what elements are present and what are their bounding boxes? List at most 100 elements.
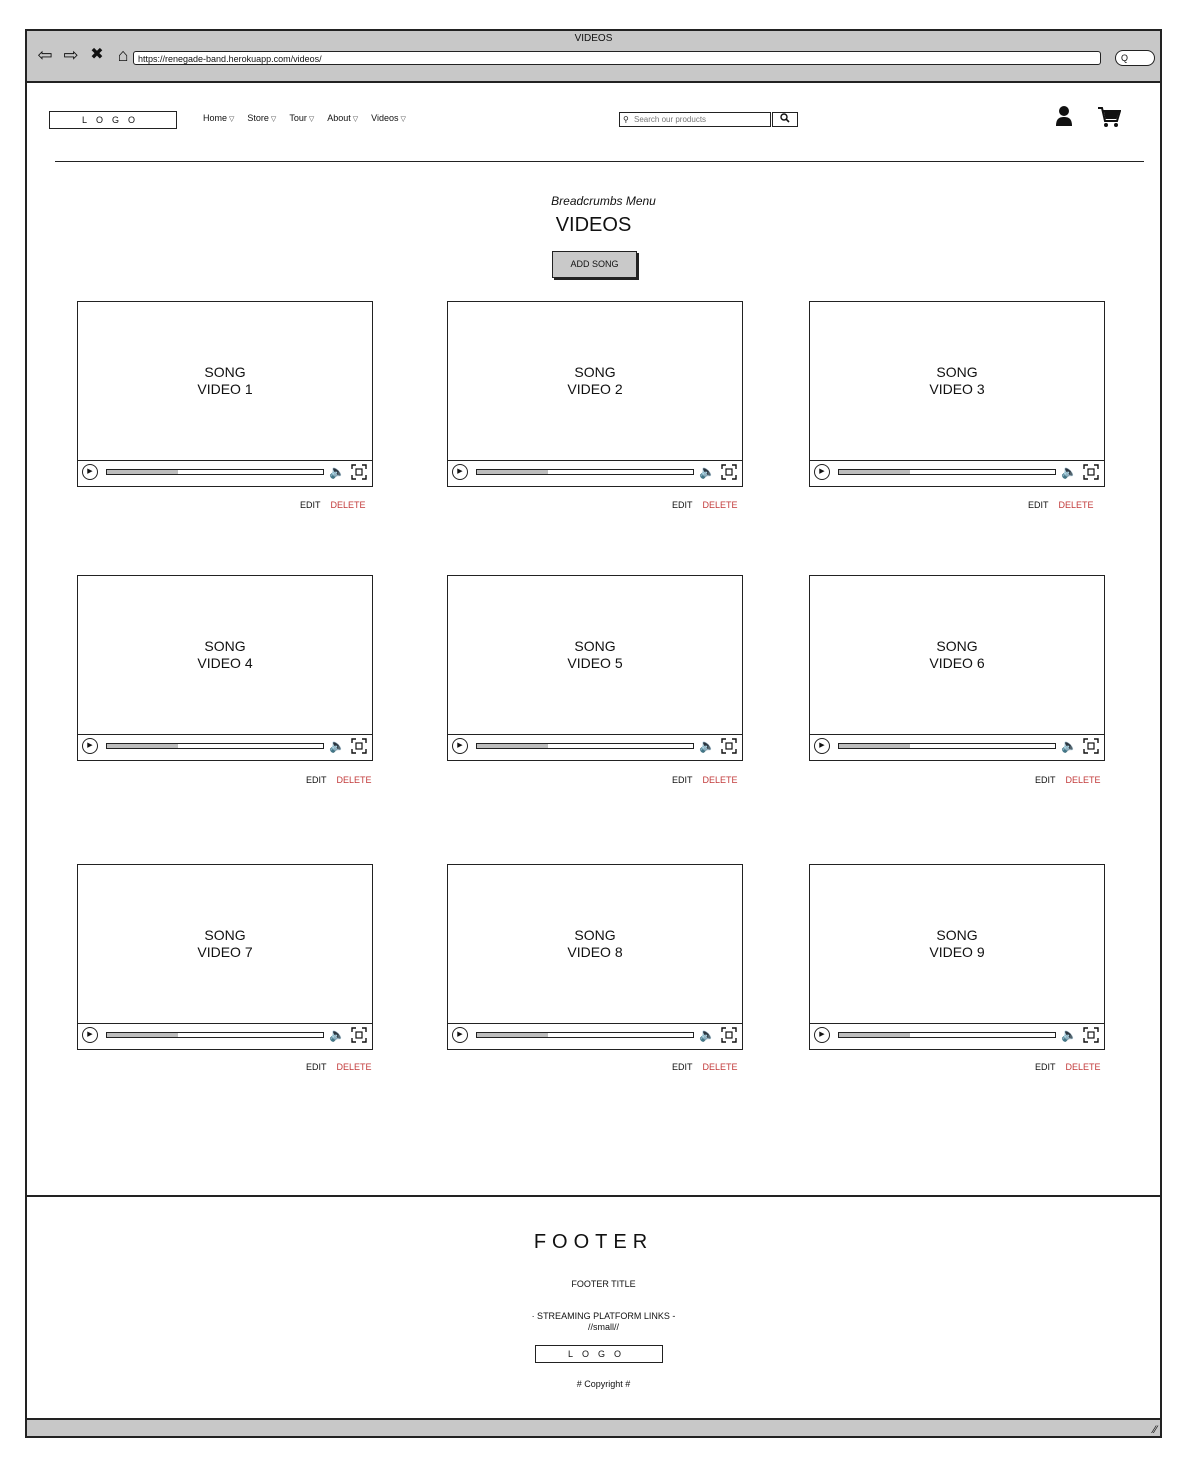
edit-link[interactable]: EDIT — [1035, 1062, 1056, 1072]
delete-link[interactable]: DELETE — [1066, 1062, 1101, 1072]
video-controls: ▶ 🔈 — [810, 734, 1104, 760]
volume-icon[interactable]: 🔈 — [329, 1027, 345, 1043]
nav-item-about[interactable]: About ▽ — [327, 113, 358, 123]
progress-bar[interactable] — [838, 743, 1056, 749]
nav-item-store[interactable]: Store ▽ — [247, 113, 276, 123]
back-arrow-icon[interactable]: ⇦ — [35, 45, 55, 65]
play-icon[interactable]: ▶ — [82, 1027, 98, 1043]
video-player[interactable]: SONG VIDEO 6 ▶ 🔈 — [809, 575, 1105, 761]
fullscreen-icon[interactable] — [721, 464, 737, 480]
video-title-line1: SONG — [936, 364, 978, 380]
user-icon[interactable] — [1055, 105, 1073, 127]
progress-bar[interactable] — [476, 743, 694, 749]
play-icon[interactable]: ▶ — [814, 464, 830, 480]
search-icon: Q — [1121, 53, 1129, 63]
breadcrumb[interactable]: Breadcrumbs Menu — [27, 194, 1160, 208]
play-icon[interactable]: ▶ — [82, 738, 98, 754]
caret-down-icon: ▽ — [308, 116, 315, 123]
video-controls: ▶ 🔈 — [810, 460, 1104, 486]
volume-icon[interactable]: 🔈 — [1061, 464, 1077, 480]
play-icon[interactable]: ▶ — [82, 464, 98, 480]
search-icon: ⚲ — [623, 115, 629, 124]
edit-link[interactable]: EDIT — [306, 775, 327, 785]
progress-bar[interactable] — [476, 469, 694, 475]
streaming-links[interactable]: · STREAMING PLATFORM LINKS - //small// — [27, 1311, 1160, 1333]
delete-link[interactable]: DELETE — [331, 500, 366, 510]
nav-item-tour[interactable]: Tour ▽ — [289, 113, 314, 123]
progress-fill — [839, 1033, 911, 1037]
fullscreen-icon[interactable] — [351, 1027, 367, 1043]
play-icon[interactable]: ▶ — [452, 464, 468, 480]
fullscreen-icon[interactable] — [351, 738, 367, 754]
video-controls: ▶ 🔈 — [810, 1023, 1104, 1049]
fullscreen-icon[interactable] — [721, 738, 737, 754]
video-player[interactable]: SONG VIDEO 1 ▶ 🔈 — [77, 301, 373, 487]
video-title-line1: SONG — [574, 364, 616, 380]
nav-label: Home — [203, 113, 228, 123]
video-controls: ▶ 🔈 — [78, 460, 372, 486]
video-player[interactable]: SONG VIDEO 5 ▶ 🔈 — [447, 575, 743, 761]
volume-icon[interactable]: 🔈 — [1061, 738, 1077, 754]
close-icon[interactable]: ✖ — [87, 45, 107, 65]
video-player[interactable]: SONG VIDEO 8 ▶ 🔈 — [447, 864, 743, 1050]
volume-icon[interactable]: 🔈 — [699, 1027, 715, 1043]
edit-link[interactable]: EDIT — [672, 1062, 693, 1072]
search-input[interactable]: ⚲ Search our products — [619, 112, 771, 127]
delete-link[interactable]: DELETE — [1059, 500, 1094, 510]
header-logo[interactable]: LOGO — [49, 111, 177, 129]
progress-bar[interactable] — [838, 1032, 1056, 1038]
edit-link[interactable]: EDIT — [1035, 775, 1056, 785]
add-song-button[interactable]: ADD SONG — [552, 251, 637, 278]
progress-bar[interactable] — [838, 469, 1056, 475]
browser-search-field[interactable]: Q — [1115, 50, 1155, 66]
video-player[interactable]: SONG VIDEO 4 ▶ 🔈 — [77, 575, 373, 761]
video-player[interactable]: SONG VIDEO 2 ▶ 🔈 — [447, 301, 743, 487]
video-player[interactable]: SONG VIDEO 7 ▶ 🔈 — [77, 864, 373, 1050]
fullscreen-icon[interactable] — [1083, 1027, 1099, 1043]
delete-link[interactable]: DELETE — [1066, 775, 1101, 785]
delete-link[interactable]: DELETE — [703, 1062, 738, 1072]
play-icon[interactable]: ▶ — [814, 1027, 830, 1043]
fullscreen-icon[interactable] — [721, 1027, 737, 1043]
edit-link[interactable]: EDIT — [306, 1062, 327, 1072]
edit-link[interactable]: EDIT — [672, 500, 693, 510]
progress-bar[interactable] — [106, 1032, 324, 1038]
cart-icon[interactable] — [1097, 106, 1121, 128]
forward-arrow-icon[interactable]: ⇨ — [61, 45, 81, 65]
footer-logo[interactable]: LOGO — [535, 1345, 663, 1363]
home-icon[interactable]: ⌂ — [113, 45, 133, 65]
video-title: SONG VIDEO 7 — [78, 927, 372, 961]
nav-label: About — [327, 113, 351, 123]
progress-bar[interactable] — [106, 743, 324, 749]
edit-link[interactable]: EDIT — [300, 500, 321, 510]
fullscreen-icon[interactable] — [351, 464, 367, 480]
progress-bar[interactable] — [106, 469, 324, 475]
search-button[interactable] — [772, 112, 798, 127]
fullscreen-icon[interactable] — [1083, 738, 1099, 754]
video-title-line1: SONG — [936, 638, 978, 654]
delete-link[interactable]: DELETE — [703, 500, 738, 510]
address-bar[interactable]: https://renegade-band.herokuapp.com/vide… — [133, 51, 1101, 65]
resize-handle-icon[interactable]: ⁄⁄ — [1153, 1424, 1157, 1436]
delete-link[interactable]: DELETE — [703, 775, 738, 785]
delete-link[interactable]: DELETE — [337, 1062, 372, 1072]
fullscreen-icon[interactable] — [1083, 464, 1099, 480]
delete-link[interactable]: DELETE — [337, 775, 372, 785]
volume-icon[interactable]: 🔈 — [329, 464, 345, 480]
video-title-line2: VIDEO 6 — [929, 655, 985, 671]
video-actions: EDIT DELETE — [300, 500, 366, 510]
volume-icon[interactable]: 🔈 — [329, 738, 345, 754]
nav-item-home[interactable]: Home ▽ — [203, 113, 234, 123]
play-icon[interactable]: ▶ — [452, 738, 468, 754]
volume-icon[interactable]: 🔈 — [699, 738, 715, 754]
video-player[interactable]: SONG VIDEO 3 ▶ 🔈 — [809, 301, 1105, 487]
progress-bar[interactable] — [476, 1032, 694, 1038]
volume-icon[interactable]: 🔈 — [699, 464, 715, 480]
nav-item-videos[interactable]: Videos ▽ — [371, 113, 406, 123]
play-icon[interactable]: ▶ — [814, 738, 830, 754]
play-icon[interactable]: ▶ — [452, 1027, 468, 1043]
edit-link[interactable]: EDIT — [672, 775, 693, 785]
volume-icon[interactable]: 🔈 — [1061, 1027, 1077, 1043]
video-player[interactable]: SONG VIDEO 9 ▶ 🔈 — [809, 864, 1105, 1050]
edit-link[interactable]: EDIT — [1028, 500, 1049, 510]
